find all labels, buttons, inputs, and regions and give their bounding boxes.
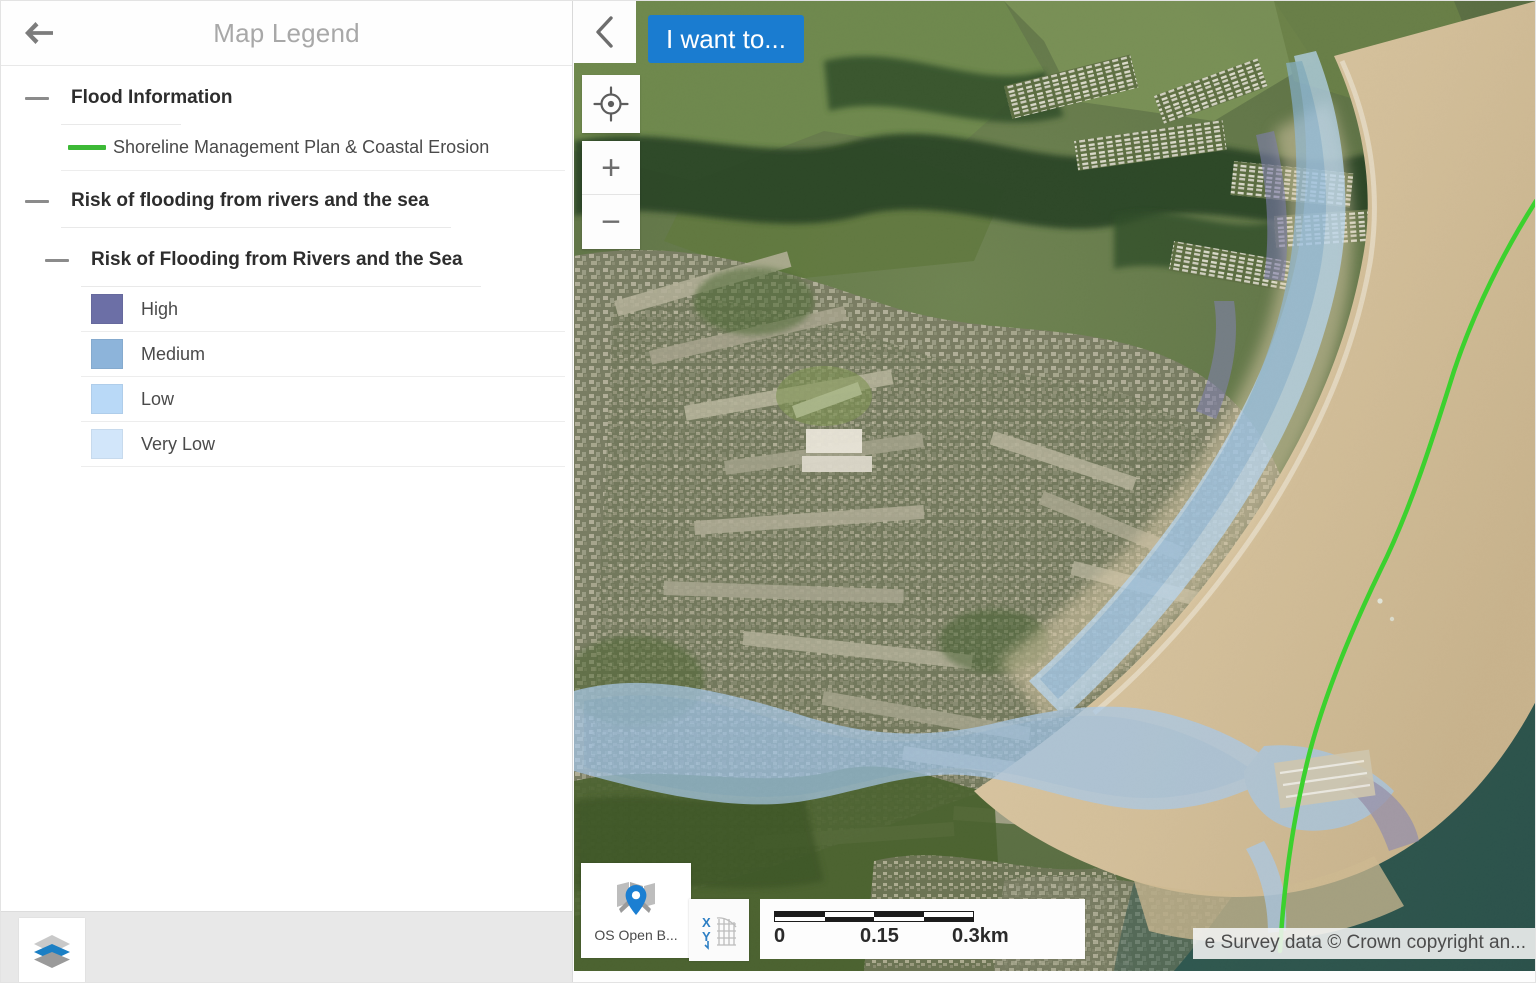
flood-map-application: Map Legend Flood Information Shoreline M…: [0, 0, 1536, 983]
layers-icon: [34, 934, 70, 968]
legend-group-label: Flood Information: [71, 87, 233, 108]
legend-item-very-low[interactable]: Very Low: [81, 422, 565, 467]
back-arrow-icon[interactable]: [17, 11, 61, 55]
basemap-switcher-button[interactable]: OS Open B...: [581, 863, 691, 958]
swatch-wrapper: [81, 429, 141, 459]
page-title: Map Legend: [213, 17, 360, 48]
color-swatch: [91, 294, 123, 324]
i-want-to-label: I want to...: [666, 23, 786, 54]
legend-panel-header: Map Legend: [1, 1, 572, 66]
scale-bar: 0 0.15 0.3km: [760, 899, 1085, 959]
minus-icon[interactable]: [25, 96, 49, 100]
legend-tree: Flood Information Shoreline Management P…: [1, 66, 572, 467]
map-viewport[interactable]: I want to... + − OS Open B... X Y 0 0.15…: [574, 1, 1535, 971]
legend-item-label: Very Low: [141, 433, 216, 454]
chevron-left-icon: [596, 16, 613, 48]
legend-panel-footer: [1, 911, 572, 982]
collapse-panel-button[interactable]: [574, 1, 636, 63]
zoom-controls: + −: [582, 141, 640, 249]
color-swatch: [91, 429, 123, 459]
svg-text:X: X: [702, 915, 711, 930]
i-want-to-button[interactable]: I want to...: [648, 15, 804, 63]
scale-label-mid: 0.15: [860, 925, 899, 947]
legend-item-label: High: [141, 298, 179, 319]
legend-group-risk-of-flooding[interactable]: Risk of flooding from rivers and the sea: [15, 179, 572, 223]
color-swatch: [91, 384, 123, 414]
legend-subgroup-label: Risk of Flooding from Rivers and the Sea: [91, 249, 463, 270]
legend-group-label: Risk of flooding from rivers and the sea: [71, 190, 429, 211]
scale-bar-labels: 0 0.15 0.3km: [774, 925, 1009, 949]
svg-text:Y: Y: [702, 929, 711, 944]
geolocate-button[interactable]: [582, 75, 640, 133]
minus-icon[interactable]: [45, 258, 69, 262]
scale-seg: [824, 912, 874, 921]
map-pin-icon: [613, 879, 659, 923]
legend-item-label: Medium: [141, 343, 206, 364]
map-legend-panel: Map Legend Flood Information Shoreline M…: [1, 1, 573, 982]
basemap-label: OS Open B...: [594, 926, 678, 943]
scale-seg: [775, 912, 825, 921]
legend-group-flood-information[interactable]: Flood Information: [15, 76, 572, 120]
zoom-in-button[interactable]: +: [582, 141, 640, 195]
divider: [61, 227, 451, 228]
zoom-in-label: +: [601, 148, 621, 187]
swatch-wrapper: [81, 294, 141, 324]
legend-item-medium[interactable]: Medium: [81, 332, 565, 377]
scale-seg: [874, 912, 924, 921]
green-line-symbol: [68, 145, 106, 150]
crosshair-icon: [593, 86, 629, 122]
legend-subgroup-risk-of-flooding-rivers-sea[interactable]: Risk of Flooding from Rivers and the Sea: [35, 238, 572, 282]
scale-label-end: 0.3km: [952, 925, 1009, 947]
minus-icon[interactable]: [25, 199, 49, 203]
color-swatch: [91, 339, 123, 369]
xy-grid-icon: X Y: [702, 915, 737, 950]
swatch-wrapper: [81, 384, 141, 414]
scale-bar-graphic: [774, 911, 974, 922]
scale-seg: [923, 912, 973, 921]
zoom-out-button[interactable]: −: [582, 195, 640, 249]
coordinates-button[interactable]: X Y: [689, 899, 749, 961]
map-attribution: e Survey data © Crown copyright an...: [1192, 928, 1535, 959]
layers-button[interactable]: [19, 918, 85, 982]
legend-item-shoreline-management-plan[interactable]: Shoreline Management Plan & Coastal Eros…: [61, 125, 565, 171]
legend-item-low[interactable]: Low: [81, 377, 565, 422]
legend-item-high[interactable]: High: [81, 287, 565, 332]
line-symbol-wrapper: [61, 145, 113, 150]
aerial-map-imagery: [574, 1, 1535, 971]
legend-item-label: Low: [141, 388, 175, 409]
swatch-wrapper: [81, 339, 141, 369]
scale-label-start: 0: [774, 925, 786, 947]
legend-item-label: Shoreline Management Plan & Coastal Eros…: [113, 137, 490, 157]
zoom-out-label: −: [601, 203, 621, 241]
